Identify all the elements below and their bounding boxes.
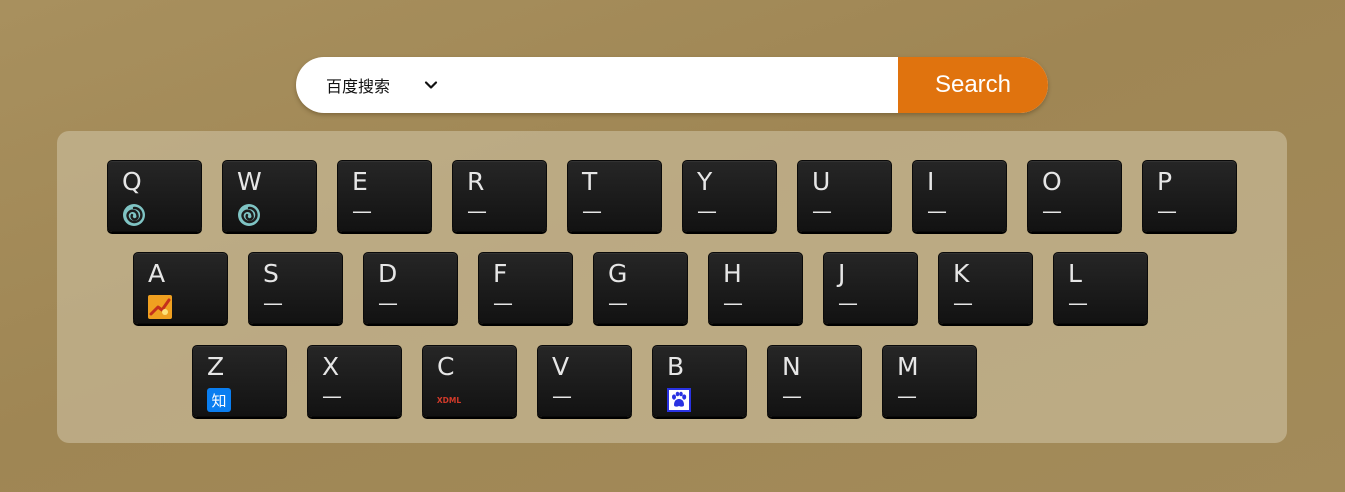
key-letter: H <box>723 259 742 288</box>
key-k[interactable]: K — <box>938 252 1033 324</box>
key-m[interactable]: M — <box>882 345 977 417</box>
search-input[interactable] <box>456 57 898 113</box>
search-engine-label: 百度搜索 <box>326 77 391 96</box>
key-shortcut-placeholder: — <box>1042 199 1062 223</box>
key-w[interactable]: W <box>222 160 317 232</box>
orange-logo-icon <box>148 295 172 319</box>
key-n[interactable]: N — <box>767 345 862 417</box>
search-button[interactable]: Search <box>898 57 1048 113</box>
key-letter: A <box>148 259 166 288</box>
key-shortcut-placeholder: — <box>263 291 283 315</box>
key-letter: N <box>782 352 801 381</box>
key-letter: S <box>263 259 279 288</box>
key-letter: M <box>897 352 919 381</box>
key-shortcut-placeholder: — <box>927 199 947 223</box>
key-b[interactable]: B <box>652 345 747 417</box>
search-engine-select[interactable]: 百度搜索 <box>296 57 456 113</box>
key-letter: W <box>237 167 262 196</box>
key-shortcut-placeholder: — <box>812 199 832 223</box>
key-g[interactable]: G — <box>593 252 688 324</box>
key-o[interactable]: O — <box>1027 160 1122 232</box>
key-letter: Z <box>207 352 225 381</box>
key-q[interactable]: Q <box>107 160 202 232</box>
baidu-paw-icon <box>667 388 691 412</box>
key-shortcut-placeholder: — <box>897 384 917 408</box>
key-u[interactable]: U — <box>797 160 892 232</box>
key-shortcut-placeholder: — <box>582 199 602 223</box>
xdml-logo-icon: XDML <box>437 388 461 412</box>
shortcut-keyboard: Q W E — R — T — Y — U — I — O — P — A S — D — F — G — H — J — K — L — Z知X… <box>57 131 1287 443</box>
key-shortcut-placeholder: — <box>552 384 572 408</box>
key-shortcut-placeholder: — <box>782 384 802 408</box>
keyboard-row-3: Z 知 X — C XDML V — B N — M — <box>192 345 977 417</box>
key-l[interactable]: L — <box>1053 252 1148 324</box>
key-shortcut-placeholder: — <box>352 199 372 223</box>
key-shortcut-placeholder: — <box>608 291 628 315</box>
key-h[interactable]: H — <box>708 252 803 324</box>
key-shortcut-placeholder: — <box>723 291 743 315</box>
key-z[interactable]: Z知 <box>192 345 287 417</box>
key-shortcut-placeholder: — <box>953 291 973 315</box>
key-i[interactable]: I — <box>912 160 1007 232</box>
chevron-down-icon <box>424 81 438 89</box>
key-letter: D <box>378 259 398 288</box>
search-bar: 百度搜索 Search <box>296 57 1048 113</box>
key-shortcut-placeholder: — <box>1068 291 1088 315</box>
key-s[interactable]: S — <box>248 252 343 324</box>
key-letter: L <box>1068 259 1082 288</box>
key-d[interactable]: D — <box>363 252 458 324</box>
key-j[interactable]: J — <box>823 252 918 324</box>
key-letter: P <box>1157 167 1173 196</box>
key-c[interactable]: C XDML <box>422 345 517 417</box>
key-shortcut-placeholder: — <box>467 199 487 223</box>
key-letter: T <box>582 167 598 196</box>
keyboard-row-2: A S — D — F — G — H — J — K — L — <box>133 252 1148 324</box>
key-letter: C <box>437 352 455 381</box>
spiral-logo-icon <box>237 203 261 227</box>
key-letter: I <box>927 167 935 196</box>
zhihu-icon: 知 <box>207 388 231 412</box>
key-y[interactable]: Y — <box>682 160 777 232</box>
key-letter: O <box>1042 167 1062 196</box>
key-shortcut-placeholder: — <box>1157 199 1177 223</box>
key-p[interactable]: P — <box>1142 160 1237 232</box>
key-letter: G <box>608 259 628 288</box>
key-letter: U <box>812 167 831 196</box>
key-letter: Y <box>697 167 713 196</box>
key-letter: V <box>552 352 570 381</box>
key-letter: K <box>953 259 970 288</box>
key-v[interactable]: V — <box>537 345 632 417</box>
key-letter: F <box>493 259 508 288</box>
svg-text:XDML: XDML <box>437 396 461 405</box>
key-shortcut-placeholder: — <box>838 291 858 315</box>
spiral-logo-icon <box>122 203 146 227</box>
svg-text:知: 知 <box>211 392 226 410</box>
key-letter: Q <box>122 167 142 196</box>
key-letter: X <box>322 352 340 381</box>
key-a[interactable]: A <box>133 252 228 324</box>
key-e[interactable]: E — <box>337 160 432 232</box>
key-r[interactable]: R — <box>452 160 547 232</box>
key-shortcut-placeholder: — <box>493 291 513 315</box>
key-shortcut-placeholder: — <box>378 291 398 315</box>
key-shortcut-placeholder: — <box>322 384 342 408</box>
key-shortcut-placeholder: — <box>697 199 717 223</box>
key-f[interactable]: F — <box>478 252 573 324</box>
keyboard-row-1: Q W E — R — T — Y — U — I — O — P — <box>107 160 1237 232</box>
key-letter: E <box>352 167 368 196</box>
key-x[interactable]: X — <box>307 345 402 417</box>
key-t[interactable]: T — <box>567 160 662 232</box>
key-letter: J <box>838 259 846 288</box>
key-letter: B <box>667 352 685 381</box>
key-letter: R <box>467 167 485 196</box>
